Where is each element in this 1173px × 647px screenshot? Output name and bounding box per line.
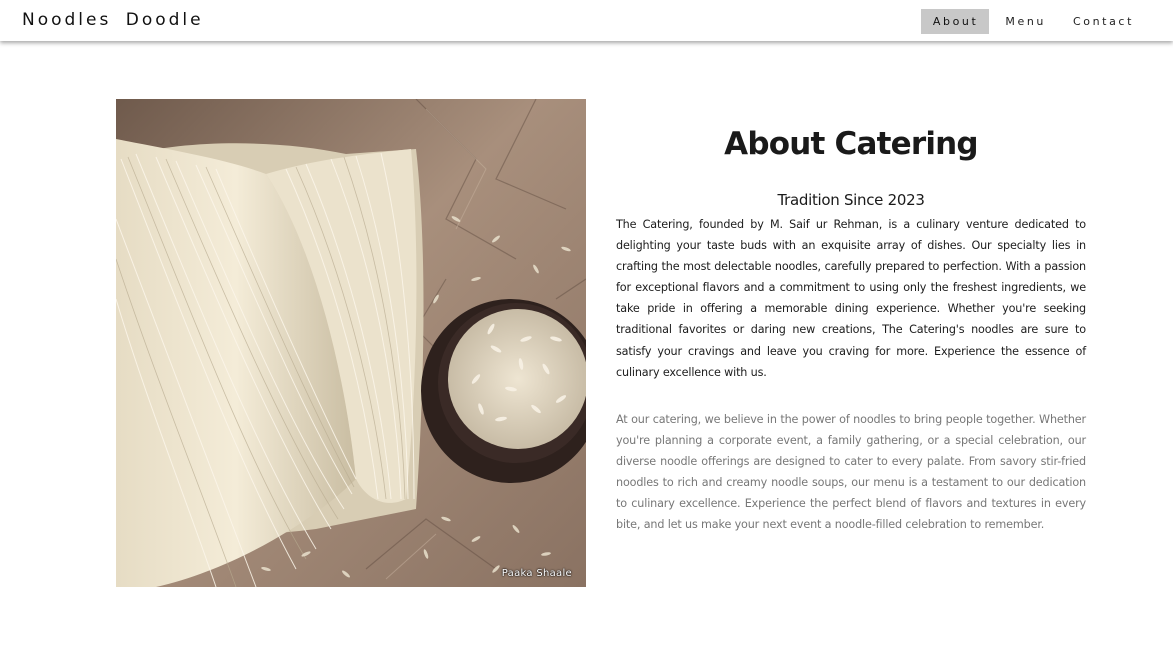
main-nav: About Menu Contact: [920, 9, 1145, 34]
photo-watermark: Paaka Shaale: [501, 568, 572, 579]
secondary-paragraph: At our catering, we believe in the power…: [616, 412, 1086, 532]
top-navbar: Noodles Doodle About Menu Contact: [0, 0, 1173, 41]
intro-paragraph: The Catering, founded by M. Saif ur Rehm…: [616, 218, 1086, 379]
noodles-photo: Paaka Shaale: [116, 99, 586, 587]
section-subtitle: Tradition Since 2023: [777, 191, 925, 209]
nav-about[interactable]: About: [920, 9, 990, 34]
page-title: About Catering: [724, 126, 978, 162]
site-brand[interactable]: Noodles Doodle: [22, 10, 204, 30]
nav-menu[interactable]: Menu: [993, 9, 1057, 34]
nav-contact[interactable]: Contact: [1061, 9, 1145, 34]
about-section: About Catering Tradition Since 2023 The …: [616, 120, 1086, 535]
noodles-photo-illustration: [116, 99, 586, 587]
